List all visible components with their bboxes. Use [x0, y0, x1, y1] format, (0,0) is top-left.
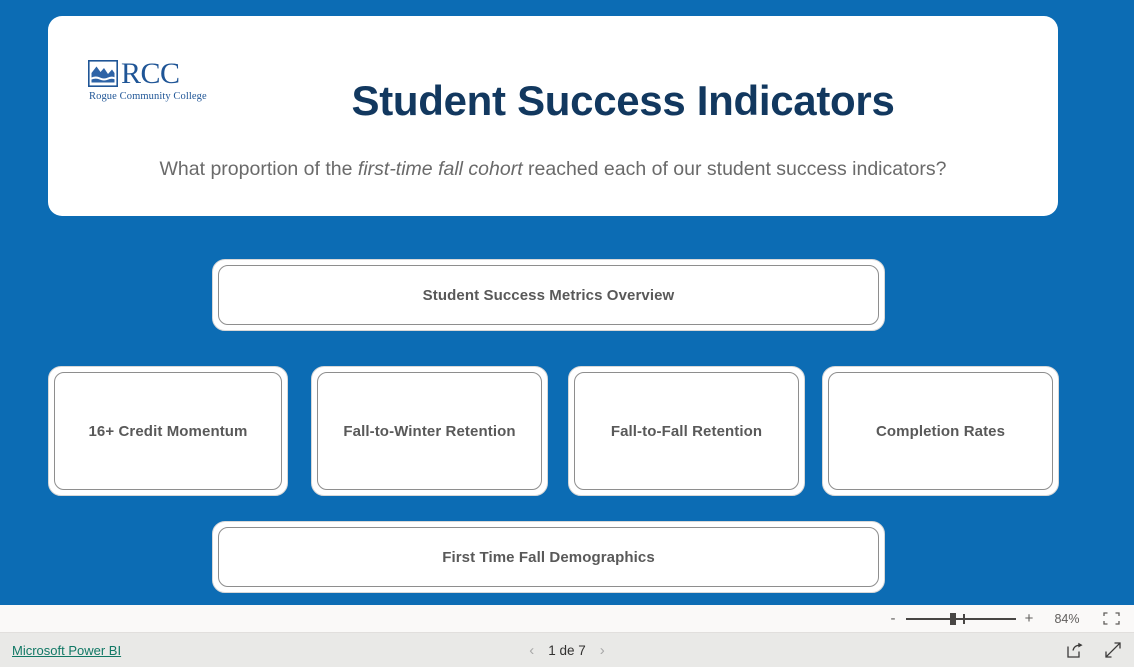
- nav-button-fall-to-fall-label: Fall-to-Fall Retention: [610, 422, 763, 440]
- report-footer: Microsoft Power BI ‹ 1 de 7 ›: [0, 633, 1134, 667]
- nav-button-overview[interactable]: Student Success Metrics Overview: [212, 259, 885, 331]
- zoom-slider[interactable]: [906, 611, 1016, 627]
- nav-button-completion-rates-label: Completion Rates: [875, 422, 1006, 440]
- zoom-level-label: 84%: [1054, 611, 1080, 626]
- nav-button-completion-rates-frame: Completion Rates: [828, 372, 1053, 490]
- share-icon[interactable]: [1066, 641, 1084, 659]
- fit-to-page-icon[interactable]: [1100, 611, 1122, 627]
- report-canvas: RCC Rogue Community College Student Succ…: [0, 0, 1134, 605]
- nav-button-fall-to-fall-frame: Fall-to-Fall Retention: [574, 372, 799, 490]
- rcc-logo: RCC Rogue Community College: [88, 52, 207, 108]
- nav-button-completion-rates[interactable]: Completion Rates: [822, 366, 1059, 496]
- zoom-in-button[interactable]: +: [1020, 611, 1038, 626]
- fit-to-page-glyph: [1102, 612, 1120, 625]
- zoom-slider-tick: [963, 613, 965, 624]
- nav-button-credit-momentum[interactable]: 16+ Credit Momentum: [48, 366, 288, 496]
- report-header-card: RCC Rogue Community College Student Succ…: [48, 16, 1058, 216]
- nav-button-credit-momentum-frame: 16+ Credit Momentum: [54, 372, 282, 490]
- nav-button-fall-to-winter-label: Fall-to-Winter Retention: [343, 422, 516, 440]
- nav-button-fall-to-fall[interactable]: Fall-to-Fall Retention: [568, 366, 805, 496]
- zoom-toolbar: - + 84%: [0, 605, 1134, 633]
- rcc-mountain-logo-icon: [88, 60, 118, 87]
- fullscreen-glyph: [1105, 642, 1121, 658]
- nav-button-fall-to-winter-frame: Fall-to-Winter Retention: [317, 372, 542, 490]
- chevron-right-icon[interactable]: ›: [600, 643, 605, 658]
- page-subtitle: What proportion of the first-time fall c…: [88, 158, 1018, 181]
- logo-acronym: RCC: [121, 56, 180, 90]
- page-title: Student Success Indicators: [351, 77, 895, 124]
- subtitle-text-end: reached each of our student success indi…: [522, 158, 947, 180]
- fullscreen-icon[interactable]: [1104, 641, 1122, 659]
- share-glyph: [1066, 642, 1083, 658]
- logo-full-name: Rogue Community College: [89, 90, 207, 102]
- nav-button-demographics-label: First Time Fall Demographics: [442, 548, 655, 566]
- logo-row: RCC: [88, 56, 180, 90]
- zoom-slider-thumb[interactable]: [950, 612, 956, 625]
- page-navigation: ‹ 1 de 7 ›: [0, 643, 1134, 658]
- nav-button-overview-label: Student Success Metrics Overview: [422, 286, 675, 304]
- chevron-left-icon[interactable]: ‹: [529, 643, 534, 658]
- nav-button-demographics-frame: First Time Fall Demographics: [218, 527, 879, 587]
- subtitle-text-start: What proportion of the: [159, 158, 358, 180]
- nav-button-fall-to-winter[interactable]: Fall-to-Winter Retention: [311, 366, 548, 496]
- subtitle-emphasis: first-time fall cohort: [357, 158, 523, 180]
- nav-button-overview-frame: Student Success Metrics Overview: [218, 265, 879, 325]
- nav-button-credit-momentum-label: 16+ Credit Momentum: [88, 422, 248, 440]
- footer-actions: [1066, 641, 1122, 659]
- zoom-slider-track: [906, 618, 1016, 620]
- zoom-out-button[interactable]: -: [884, 611, 902, 626]
- page-indicator: 1 de 7: [548, 642, 586, 658]
- nav-button-demographics[interactable]: First Time Fall Demographics: [212, 521, 885, 593]
